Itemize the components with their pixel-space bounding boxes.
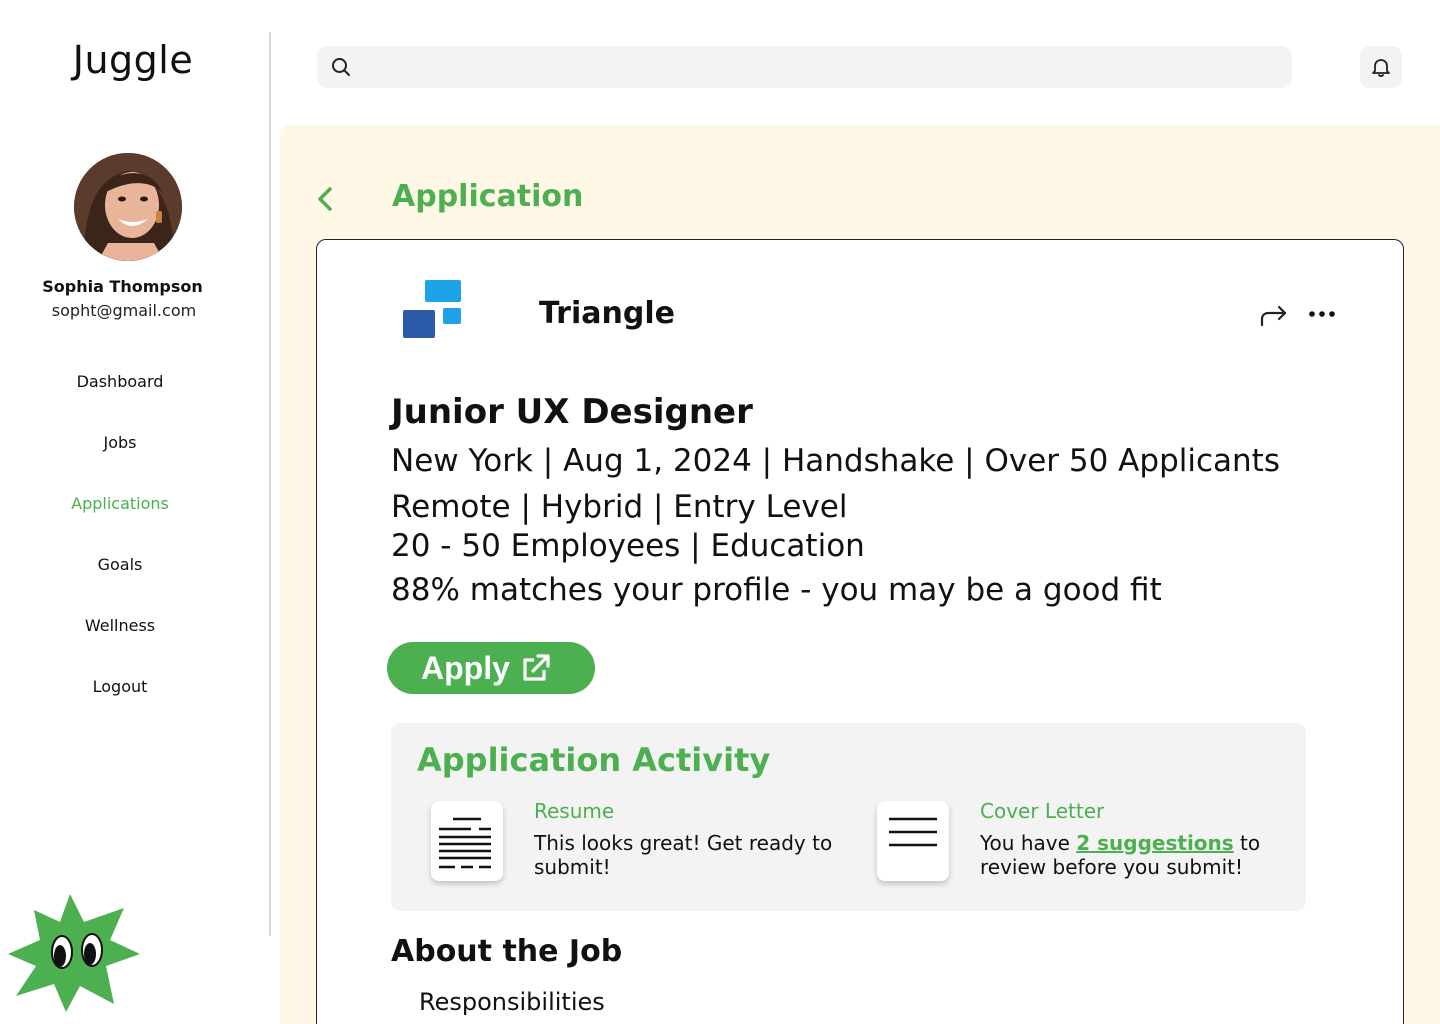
bell-icon	[1372, 59, 1390, 77]
sidebar: Juggle Sophia Thompson sopht@gmail.com D…	[0, 0, 270, 1024]
job-meta-work-type: Remote | Hybrid | Entry Level	[391, 489, 848, 525]
resume-document-tile[interactable]	[431, 801, 503, 881]
avatar[interactable]	[74, 153, 182, 261]
about-job-title: About the Job	[391, 934, 623, 969]
company-name[interactable]: Triangle	[539, 296, 675, 331]
sidebar-item-applications[interactable]: Applications	[0, 482, 240, 543]
app-root: Juggle Sophia Thompson sopht@gmail.com D…	[0, 0, 1440, 1024]
company-logo	[403, 280, 461, 338]
search-bar[interactable]	[317, 46, 1292, 88]
resume-status-text: This looks great! Get ready to submit!	[534, 831, 833, 879]
external-link-icon	[523, 654, 550, 681]
sidebar-item-goals[interactable]: Goals	[0, 543, 240, 604]
cover-letter-text-before: You have	[980, 831, 1077, 855]
page-title: Application	[392, 179, 584, 214]
notifications-button[interactable]	[1360, 46, 1402, 88]
search-icon	[332, 58, 350, 76]
sidebar-item-wellness[interactable]: Wellness	[0, 604, 240, 665]
main-panel: Application Triangle Junior UX Designer …	[280, 125, 1440, 1024]
sidebar-item-logout[interactable]: Logout	[0, 665, 240, 726]
cover-letter-heading[interactable]: Cover Letter	[980, 799, 1104, 823]
apply-button-label: Apply	[421, 649, 510, 686]
app-logo[interactable]: Juggle	[0, 38, 266, 82]
sidebar-item-dashboard[interactable]: Dashboard	[0, 360, 240, 421]
sidebar-item-jobs[interactable]: Jobs	[0, 421, 240, 482]
resume-heading[interactable]: Resume	[534, 799, 614, 823]
job-meta-company-size: 20 - 50 Employees | Education	[391, 528, 865, 564]
profile-email: sopht@gmail.com	[51, 301, 197, 320]
mascot-icon	[8, 894, 140, 1012]
chevron-left-icon[interactable]	[314, 185, 336, 213]
responsibilities-heading: Responsibilities	[419, 988, 605, 1016]
search-input[interactable]	[363, 46, 1273, 88]
job-match-score: 88% matches your profile - you may be a …	[391, 572, 1162, 608]
more-options-icon[interactable]	[1307, 306, 1337, 322]
cover-letter-document-icon	[889, 817, 937, 847]
sidebar-nav: Dashboard Jobs Applications Goals Wellne…	[0, 360, 240, 726]
resume-document-icon	[439, 817, 491, 869]
avatar-photo	[74, 153, 182, 261]
cover-letter-status-text: You have 2 suggestions to review before …	[980, 831, 1280, 879]
sidebar-divider	[269, 32, 271, 936]
job-meta-location-date: New York | Aug 1, 2024 | Handshake | Ove…	[391, 443, 1280, 479]
job-title: Junior UX Designer	[391, 392, 753, 432]
apply-button[interactable]: Apply	[387, 642, 595, 694]
profile-name: Sophia Thompson	[42, 277, 203, 296]
job-card: Triangle Junior UX Designer New York | A…	[316, 239, 1404, 1024]
application-activity: Application Activity Resume This looks g…	[391, 723, 1306, 911]
share-icon[interactable]	[1259, 302, 1289, 328]
suggestions-link[interactable]: 2 suggestions	[1076, 831, 1233, 855]
activity-title: Application Activity	[417, 741, 771, 779]
cover-letter-document-tile[interactable]	[877, 801, 949, 881]
